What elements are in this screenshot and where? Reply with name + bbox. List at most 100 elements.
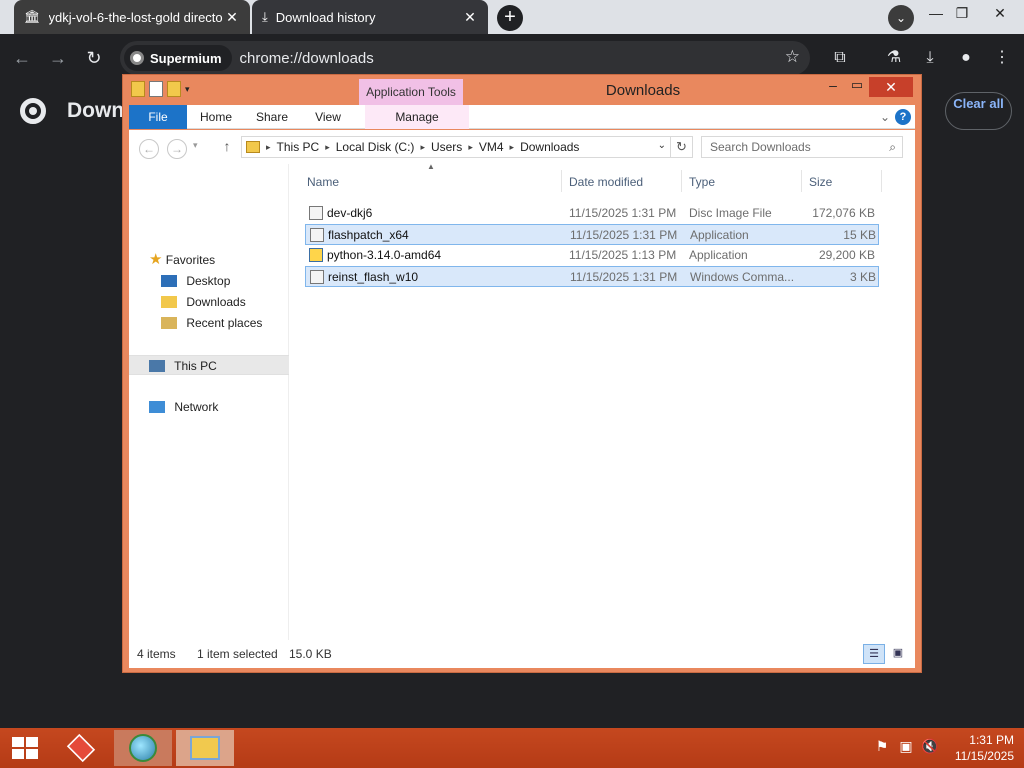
column-header-date[interactable]: Date modified (569, 172, 679, 192)
file-row[interactable]: python-3.14.0-amd64 11/15/2025 1:13 PM A… (305, 245, 879, 266)
nav-favorites[interactable]: ★ Favorites (129, 250, 289, 270)
file-row-selected[interactable]: flashpatch_x64 11/15/2025 1:31 PM Applic… (305, 224, 879, 245)
column-header-type[interactable]: Type (689, 172, 799, 192)
chevron-right-icon[interactable]: ▸ (325, 142, 330, 153)
supermium-icon (130, 51, 144, 65)
nav-label: Recent places (186, 316, 263, 330)
up-folder-button[interactable]: ↑ (217, 138, 237, 158)
breadcrumb-downloads[interactable]: Downloads (520, 140, 579, 154)
bookmark-star-icon[interactable]: ☆ (785, 47, 800, 67)
breadcrumb-users[interactable]: Users (431, 140, 462, 154)
column-divider[interactable] (681, 170, 682, 192)
explorer-forward-button[interactable]: → (167, 139, 187, 159)
maximize-window-button[interactable]: ▭ (847, 77, 867, 97)
nav-desktop[interactable]: Desktop (129, 271, 289, 291)
explorer-title-bar[interactable]: ▾ Application Tools Downloads – ▭ ✕ (123, 75, 921, 107)
tab-home[interactable]: Home (191, 105, 241, 129)
network-tray-icon[interactable]: ▣ (896, 738, 916, 755)
close-tab-icon[interactable]: ✕ (224, 9, 240, 26)
windows-start-icon[interactable] (12, 737, 38, 759)
chevron-right-icon[interactable]: ▸ (420, 142, 425, 153)
search-input[interactable]: Search Downloads ⌕ (701, 136, 903, 158)
column-divider[interactable] (561, 170, 562, 192)
minimize-window-button[interactable]: – (823, 77, 843, 97)
file-date: 11/15/2025 1:13 PM (569, 248, 677, 262)
restore-browser-button[interactable]: ❐ (946, 0, 978, 30)
details-view-icon[interactable]: ☰ (863, 644, 885, 664)
status-bar: 4 items 1 item selected 15.0 KB ☰ ▣ (129, 640, 915, 668)
labs-flask-icon[interactable]: ⚗ (880, 44, 908, 72)
tab-search-button[interactable]: ⌄ (888, 5, 914, 31)
taskbar-clock[interactable]: 1:31 PM 11/15/2025 (948, 732, 1014, 764)
chevron-right-icon[interactable]: ▸ (510, 142, 515, 153)
column-divider[interactable] (801, 170, 802, 192)
reload-button[interactable]: ↻ (80, 44, 108, 72)
taskbar: ⚑ ▣ 🔇 1:31 PM 11/15/2025 (0, 728, 1024, 768)
file-type: Disc Image File (689, 206, 772, 220)
url-text[interactable]: chrome://downloads (240, 50, 374, 67)
profile-avatar-icon[interactable]: ● (952, 44, 980, 72)
volume-muted-icon[interactable]: 🔇 (920, 738, 940, 755)
explorer-address-bar[interactable]: ▸ This PC ▸ Local Disk (C:) ▸ Users ▸ VM… (241, 136, 671, 158)
new-tab-button[interactable]: + (497, 5, 523, 31)
explorer-back-button[interactable]: ← (139, 139, 159, 159)
nav-downloads[interactable]: Downloads (129, 292, 289, 312)
explorer-window: ▾ Application Tools Downloads – ▭ ✕ File… (122, 74, 922, 673)
refresh-button[interactable]: ↻ (671, 136, 693, 158)
expand-ribbon-icon[interactable]: ⌄ (877, 105, 893, 129)
downloads-icon[interactable]: ⤓ (916, 44, 944, 72)
explorer-content: ★ Favorites Desktop Downloads Recent pla… (129, 162, 915, 668)
site-info-chip[interactable]: Supermium (124, 45, 232, 71)
window-title: Downloads (605, 82, 681, 99)
column-divider[interactable] (881, 170, 882, 192)
address-row: ← → ▾ ↑ ▸ This PC ▸ Local Disk (C:) ▸ Us… (129, 130, 915, 164)
nav-this-pc[interactable]: This PC (129, 355, 289, 375)
tab-download-history[interactable]: ⤓ Download history ✕ (252, 0, 488, 34)
column-header-name[interactable]: Name (307, 172, 557, 192)
address-bar[interactable]: Supermium chrome://downloads ☆ (120, 41, 810, 75)
extensions-icon[interactable]: ⧉ (826, 44, 854, 72)
taskbar-file-explorer[interactable] (176, 730, 234, 766)
tab-file[interactable]: File (129, 105, 187, 129)
nav-network[interactable]: Network (129, 397, 289, 417)
folder-icon (131, 81, 145, 97)
forward-button[interactable]: → (44, 44, 72, 72)
sort-ascending-icon: ▲ (427, 162, 435, 171)
nav-label: This PC (174, 359, 217, 373)
file-row-hover[interactable]: reinst_flash_w10 11/15/2025 1:31 PM Wind… (305, 266, 879, 287)
taskbar-app-red-logo[interactable] (52, 730, 110, 766)
close-browser-button[interactable]: ✕ (984, 0, 1016, 30)
action-center-flag-icon[interactable]: ⚑ (872, 738, 892, 755)
new-folder-icon[interactable] (167, 81, 181, 97)
menu-kebab-icon[interactable]: ⋮ (988, 44, 1016, 72)
tab-ydkj-directory[interactable]: 🏛 ydkj-vol-6-the-lost-gold directo ✕ (14, 0, 250, 34)
column-header-size[interactable]: Size (809, 172, 879, 192)
file-row[interactable]: dev-dkj6 11/15/2025 1:31 PM Disc Image F… (305, 203, 879, 224)
file-list: ▲ Name Date modified Type Size dev-dkj6 … (301, 162, 909, 640)
help-icon[interactable]: ? (895, 109, 911, 125)
clear-all-button[interactable]: Clear all (945, 92, 1012, 130)
properties-icon[interactable] (149, 81, 163, 97)
chevron-right-icon[interactable]: ▸ (266, 142, 271, 153)
breadcrumb-this-pc[interactable]: This PC (277, 140, 320, 154)
tab-share[interactable]: Share (247, 105, 297, 129)
nav-recent-places[interactable]: Recent places (129, 313, 289, 333)
customize-toolbar-icon[interactable]: ▾ (185, 81, 190, 97)
file-explorer-icon (190, 736, 220, 760)
taskbar-supermium[interactable] (114, 730, 172, 766)
address-dropdown-icon[interactable]: ⌄ (658, 140, 666, 151)
large-icons-view-icon[interactable]: ▣ (887, 644, 909, 664)
quick-access-toolbar: ▾ (131, 81, 190, 97)
tab-manage[interactable]: Manage (365, 105, 469, 129)
back-button[interactable]: ← (8, 44, 36, 72)
close-window-button[interactable]: ✕ (869, 77, 913, 97)
recent-locations-icon[interactable]: ▾ (193, 140, 198, 151)
recent-places-icon (161, 317, 177, 329)
clock-time: 1:31 PM (969, 733, 1014, 747)
tab-view[interactable]: View (303, 105, 353, 129)
breadcrumb-vm4[interactable]: VM4 (479, 140, 504, 154)
tab-title: Download history (275, 9, 376, 25)
close-tab-icon[interactable]: ✕ (462, 9, 478, 26)
breadcrumb-local-disk[interactable]: Local Disk (C:) (336, 140, 415, 154)
chevron-right-icon[interactable]: ▸ (468, 142, 473, 153)
